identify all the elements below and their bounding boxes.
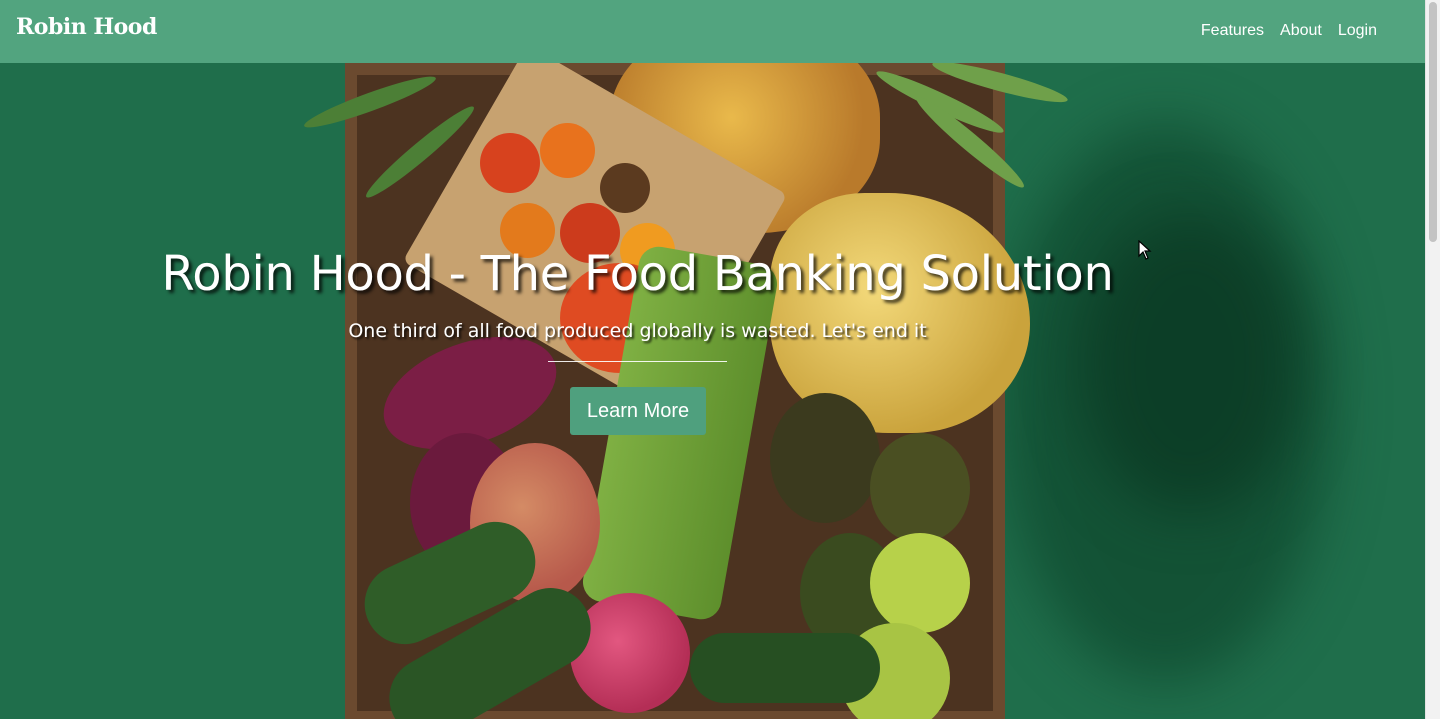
nav-link-features[interactable]: Features	[1201, 22, 1264, 40]
nav-links: Features About Login	[1201, 22, 1377, 40]
learn-more-button[interactable]: Learn More	[570, 387, 706, 435]
hero-divider	[548, 361, 727, 362]
hero-subtitle: One third of all food produced globally …	[348, 320, 927, 342]
navbar: Robin Hood Features About Login	[0, 0, 1425, 63]
vertical-scrollbar[interactable]	[1425, 0, 1440, 719]
page: Robin Hood Features About Login Robin Ho…	[0, 0, 1440, 719]
hero-section: Robin Hood - The Food Banking Solution O…	[0, 63, 1425, 719]
scrollbar-thumb[interactable]	[1429, 2, 1437, 242]
nav-link-login[interactable]: Login	[1338, 22, 1377, 40]
hero-title: Robin Hood - The Food Banking Solution	[161, 246, 1114, 302]
arrow-pointer-icon	[1138, 239, 1152, 265]
nav-link-about[interactable]: About	[1280, 22, 1322, 40]
hero-content: Robin Hood - The Food Banking Solution O…	[0, 63, 1275, 719]
brand-logo[interactable]: Robin Hood	[16, 14, 157, 40]
